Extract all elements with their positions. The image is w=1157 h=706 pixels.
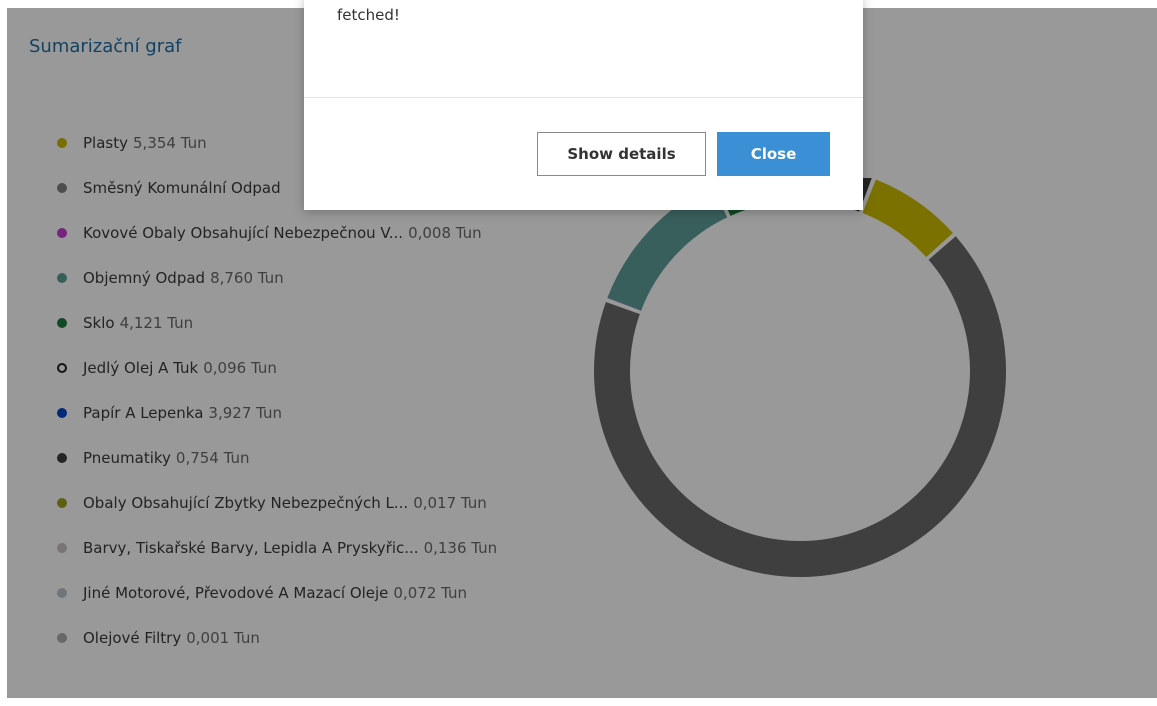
page: Sumarizační graf Plasty 5,354 Tun Směsný K… <box>0 0 1157 706</box>
close-button[interactable]: Close <box>717 132 830 176</box>
show-details-button[interactable]: Show details <box>537 132 706 176</box>
error-dialog: fetched! Show details Close <box>304 0 863 210</box>
frame-bottom <box>0 698 1157 706</box>
dialog-divider <box>304 97 863 98</box>
frame-left <box>0 0 7 706</box>
dialog-message: fetched! <box>337 6 400 24</box>
